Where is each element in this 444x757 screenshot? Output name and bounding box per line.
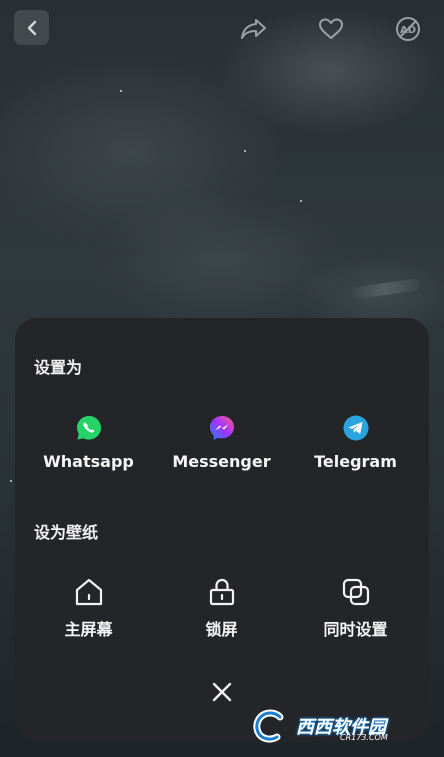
- messenger-label: Messenger: [172, 452, 271, 471]
- set-as-title: 设置为: [34, 358, 83, 377]
- site-watermark: 西西软件园 CR173.COM: [250, 707, 425, 745]
- heart-icon: [319, 18, 343, 39]
- whatsapp-label: Whatsapp: [43, 452, 134, 471]
- whatsapp-icon: [74, 413, 104, 443]
- share-messenger-button[interactable]: Messenger: [155, 413, 288, 471]
- share-telegram-button[interactable]: Telegram: [289, 413, 422, 471]
- home-icon: [74, 577, 104, 607]
- share-arrow-icon: [241, 19, 266, 39]
- share-whatsapp-button[interactable]: Whatsapp: [22, 413, 155, 471]
- spark: [10, 480, 12, 482]
- spark: [120, 90, 122, 92]
- telegram-label: Telegram: [314, 452, 397, 471]
- home-screen-label: 主屏幕: [64, 620, 113, 639]
- set-both-screens-button[interactable]: 同时设置: [289, 577, 422, 640]
- spaceship-silhouette: [349, 278, 421, 300]
- lock-icon: [207, 577, 237, 607]
- favorite-button[interactable]: [313, 11, 349, 47]
- set-home-screen-button[interactable]: 主屏幕: [22, 577, 155, 640]
- set-as-bottom-sheet: 设置为 Whatsapp Messenger Telegram 设为壁纸 主屏幕…: [15, 318, 429, 741]
- telegram-icon: [341, 413, 371, 443]
- watermark-logo-icon: [253, 709, 284, 743]
- chevron-left-icon: [27, 20, 36, 35]
- share-button[interactable]: [236, 11, 272, 47]
- set-lock-screen-button[interactable]: 锁屏: [155, 577, 288, 640]
- ad-block-button[interactable]: AD: [390, 11, 426, 47]
- ad-block-icon: AD: [396, 17, 420, 41]
- set-wallpaper-title: 设为壁纸: [34, 523, 99, 542]
- spark: [300, 200, 302, 202]
- spark: [244, 150, 246, 152]
- both-screens-label: 同时设置: [323, 620, 388, 639]
- messenger-icon: [207, 413, 237, 443]
- svg-text:AD: AD: [400, 25, 416, 36]
- both-screens-icon: [341, 577, 371, 607]
- back-button[interactable]: [14, 10, 49, 45]
- close-icon: [212, 682, 232, 702]
- lock-screen-label: 锁屏: [205, 620, 238, 639]
- watermark-site: CR173.COM: [340, 733, 388, 742]
- close-button[interactable]: [206, 676, 238, 708]
